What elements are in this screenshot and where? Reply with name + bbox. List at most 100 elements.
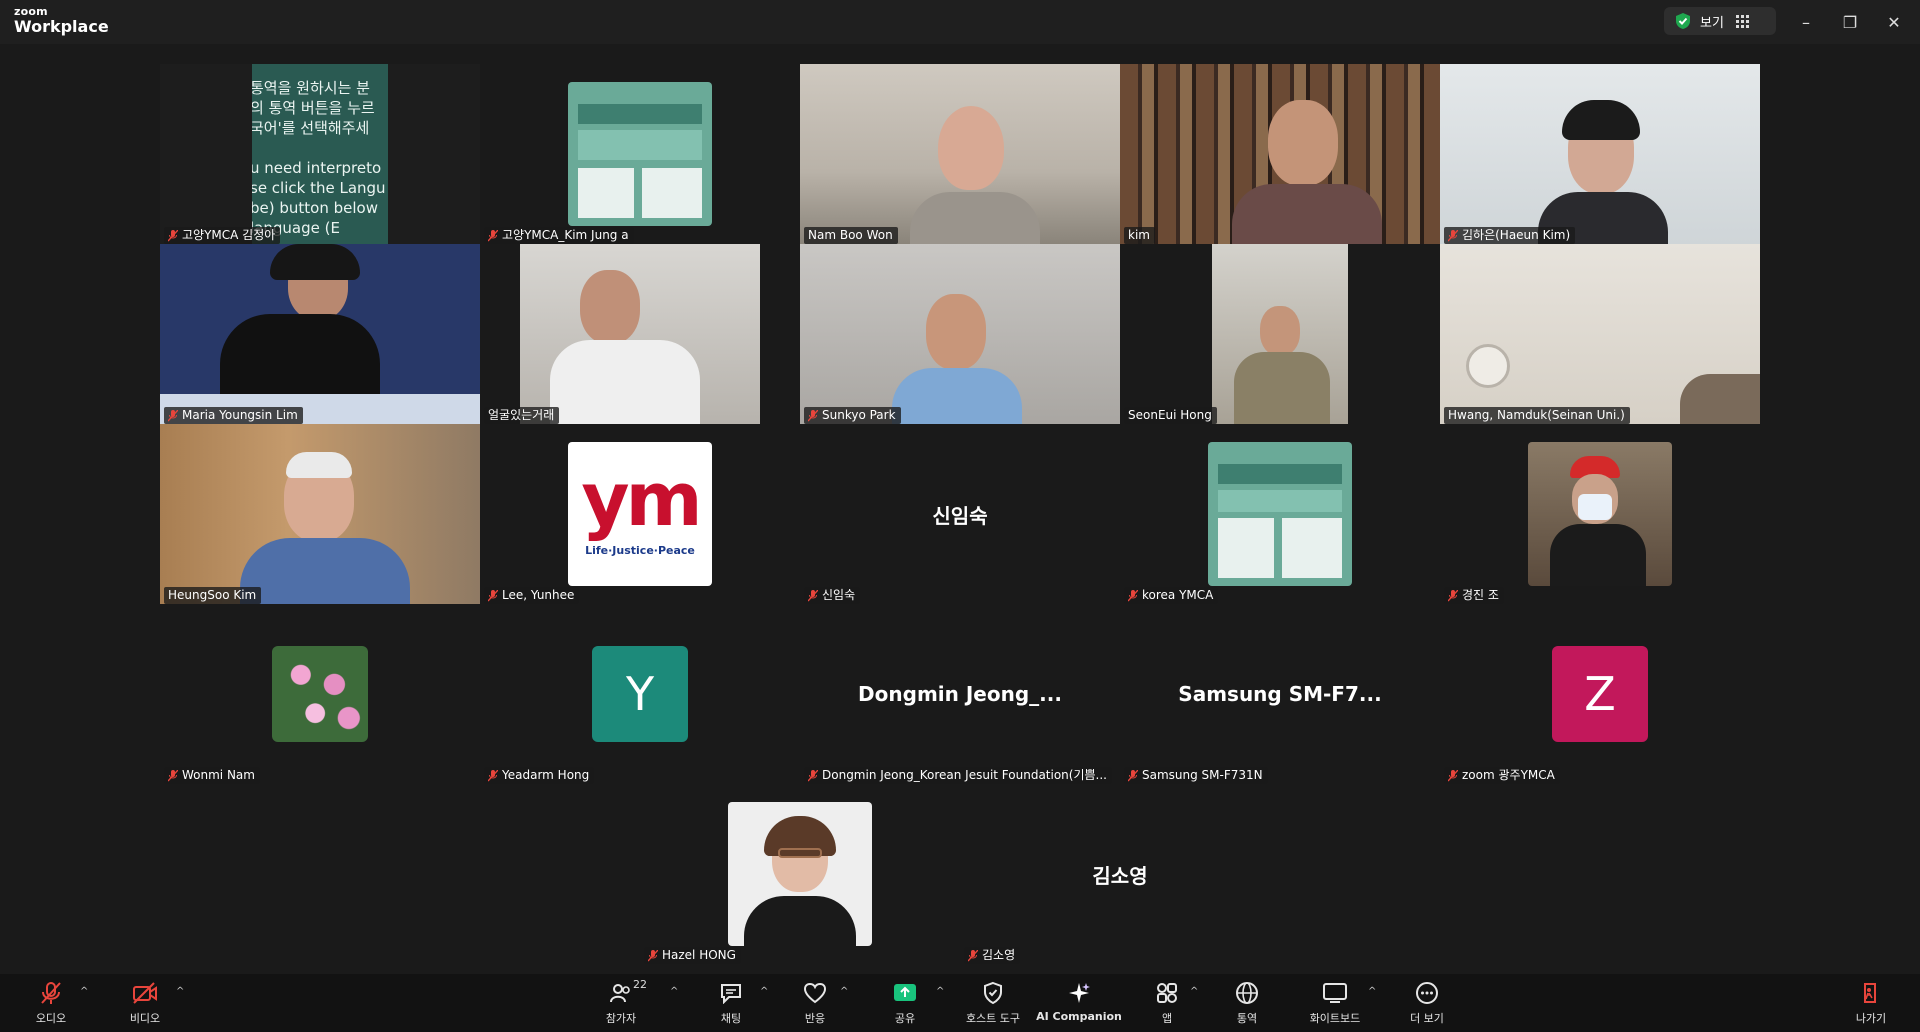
- more-label: 더 보기: [1410, 1012, 1444, 1025]
- participant-tile[interactable]: Z zoom 광주YMCA: [1440, 604, 1760, 784]
- participant-name-tag: Lee, Yunhee: [484, 587, 580, 604]
- participant-video: [1120, 64, 1440, 244]
- ai-companion-button[interactable]: AI Companion: [1034, 980, 1124, 1023]
- participant-video: [800, 64, 1120, 244]
- mic-muted-icon: [808, 769, 818, 781]
- slide-line: 의 통역 버튼을 누르: [252, 99, 375, 117]
- apps-label: 앱: [1161, 1012, 1173, 1025]
- participant-tile[interactable]: 통역을 원하시는 분 의 통역 버튼을 누르 국어'를 선택해주세 u need…: [160, 64, 480, 244]
- leave-door-icon: [1857, 980, 1885, 1006]
- participant-name-tag: kim: [1124, 227, 1155, 244]
- mic-muted-icon: [808, 409, 818, 421]
- participant-tile[interactable]: Hwang, Namduk(Seinan Uni.): [1440, 244, 1760, 424]
- audio-options-caret[interactable]: ^: [80, 986, 88, 997]
- ymca-tagline: Life·Justice·Peace: [585, 544, 695, 557]
- participant-tile[interactable]: SeonEui Hong: [1120, 244, 1440, 424]
- participant-name-tag: 김소영: [964, 947, 1021, 964]
- participant-name-tag: Dongmin Jeong_Korean Jesuit Foundation(기…: [804, 767, 1112, 784]
- mic-muted-icon: [968, 949, 978, 961]
- participant-tile[interactable]: Sunkyo Park: [800, 244, 1120, 424]
- sparkle-icon: [1065, 980, 1093, 1006]
- close-button[interactable]: ✕: [1880, 8, 1908, 36]
- participant-tile[interactable]: 고양YMCA_Kim Jung a: [480, 64, 800, 244]
- more-button[interactable]: 더 보기: [1382, 980, 1472, 1026]
- poster-image: [1208, 442, 1352, 586]
- participant-name: 고양YMCA_Kim Jung a: [502, 228, 629, 242]
- apps-icon: [1153, 980, 1181, 1006]
- interpretation-button[interactable]: 통역: [1202, 980, 1292, 1026]
- mic-muted-icon: [37, 980, 65, 1006]
- participant-photo: [728, 802, 872, 946]
- mic-muted-icon: [648, 949, 658, 961]
- participant-tile[interactable]: Dongmin Jeong_... Dongmin Jeong_Korean J…: [800, 604, 1120, 784]
- share-options-caret[interactable]: ^: [936, 986, 944, 997]
- participant-tile[interactable]: 김하은(Haeun Kim): [1440, 64, 1760, 244]
- participant-tile[interactable]: Samsung SM-F7... Samsung SM-F731N: [1120, 604, 1440, 784]
- apps-options-caret[interactable]: ^: [1190, 986, 1198, 997]
- whiteboard-options-caret[interactable]: ^: [1368, 986, 1376, 997]
- participant-tile[interactable]: 얼굴있는거래: [480, 244, 800, 424]
- participant-name: Nam Boo Won: [808, 228, 893, 242]
- leave-button[interactable]: 나가기: [1826, 980, 1916, 1026]
- participant-tile[interactable]: 신임숙 신임숙: [800, 424, 1120, 604]
- participant-tile[interactable]: 김소영 김소영: [960, 784, 1280, 964]
- participant-name: HeungSoo Kim: [168, 588, 257, 602]
- participant-tile[interactable]: 경진 조: [1440, 424, 1760, 604]
- video-options-caret[interactable]: ^: [176, 986, 184, 997]
- participant-display-name: 신임숙: [932, 503, 988, 528]
- restore-button[interactable]: ❐: [1836, 8, 1864, 36]
- host-tools-button[interactable]: 호스트 도구: [948, 980, 1038, 1026]
- participant-tile[interactable]: Y Yeadarm Hong: [480, 604, 800, 784]
- mic-muted-icon: [1448, 229, 1458, 241]
- participant-name: 김하은(Haeun Kim): [1462, 228, 1571, 242]
- audio-label: 오디오: [35, 1012, 67, 1025]
- participant-name: Maria Youngsin Lim: [182, 408, 298, 422]
- participant-tile[interactable]: ym Life·Justice·Peace Lee, Yunhee: [480, 424, 800, 604]
- slide-line: se click the Langu: [252, 179, 386, 197]
- participant-display-name: Samsung SM-F7...: [1178, 682, 1382, 706]
- whiteboard-label: 화이트보드: [1309, 1012, 1361, 1025]
- participant-name: Lee, Yunhee: [502, 588, 575, 602]
- host-tools-label: 호스트 도구: [965, 1012, 1021, 1025]
- participant-name: zoom 광주YMCA: [1462, 768, 1555, 782]
- mic-muted-icon: [1128, 589, 1138, 601]
- mic-muted-icon: [1448, 769, 1458, 781]
- participant-tile[interactable]: Hazel HONG: [640, 784, 960, 964]
- participants-options-caret[interactable]: ^: [670, 986, 678, 997]
- zoom-workplace-logo: zoom Workplace: [14, 6, 109, 35]
- view-label: 보기: [1700, 15, 1724, 31]
- apps-button[interactable]: 앱: [1122, 980, 1212, 1026]
- participant-name: Samsung SM-F731N: [1142, 768, 1263, 782]
- react-options-caret[interactable]: ^: [840, 986, 848, 997]
- participant-tile[interactable]: Nam Boo Won: [800, 64, 1120, 244]
- participant-tile[interactable]: korea YMCA: [1120, 424, 1440, 604]
- slide-line: 통역을 원하시는 분: [252, 79, 370, 97]
- participant-tile[interactable]: Maria Youngsin Lim: [160, 244, 480, 424]
- chat-options-caret[interactable]: ^: [760, 986, 768, 997]
- participant-tile[interactable]: Wonmi Nam: [160, 604, 480, 784]
- participants-label: 참가자: [605, 1012, 637, 1025]
- view-button[interactable]: 보기: [1664, 7, 1776, 35]
- slide-line: u need interpreto: [252, 159, 382, 177]
- participant-name: 경진 조: [1462, 588, 1499, 602]
- participant-video: [1440, 64, 1760, 244]
- participant-name-tag: korea YMCA: [1124, 587, 1219, 604]
- participant-tile-active-speaker[interactable]: HeungSoo Kim: [160, 424, 480, 604]
- participants-button[interactable]: 22 참가자: [576, 978, 666, 1026]
- participant-name-tag: Hazel HONG: [644, 947, 741, 964]
- participant-name: korea YMCA: [1142, 588, 1214, 602]
- participants-icon: 22: [607, 978, 647, 1006]
- participants-count: 22: [633, 978, 647, 991]
- participant-video: [1212, 244, 1348, 424]
- ai-companion-label: AI Companion: [1036, 1010, 1122, 1023]
- more-dots-icon: [1413, 980, 1441, 1006]
- participant-display-name: 김소영: [1092, 863, 1148, 888]
- gallery-grid-icon: [1735, 14, 1749, 28]
- participant-name-tag: Yeadarm Hong: [484, 767, 595, 784]
- participant-name: Yeadarm Hong: [502, 768, 590, 782]
- leave-label: 나가기: [1855, 1012, 1887, 1025]
- whiteboard-button[interactable]: 화이트보드: [1290, 980, 1380, 1026]
- participant-tile[interactable]: kim: [1120, 64, 1440, 244]
- minimize-button[interactable]: –: [1792, 8, 1820, 36]
- participant-name-tag: Nam Boo Won: [804, 227, 898, 244]
